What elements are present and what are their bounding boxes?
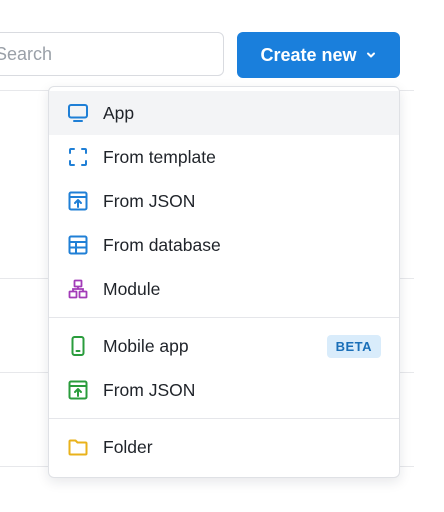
menu-item-label: From database	[103, 234, 221, 255]
menu-item-label: From template	[103, 146, 216, 167]
menu-item-from-database[interactable]: From database	[49, 223, 399, 267]
mobile-phone-icon	[67, 335, 89, 357]
search-field[interactable]	[0, 32, 224, 76]
import-json-icon	[67, 190, 89, 212]
menu-item-module[interactable]: Module	[49, 267, 399, 311]
folder-icon	[67, 436, 89, 458]
menu-item-from-json-mobile[interactable]: From JSON	[49, 368, 399, 412]
menu-item-label: Module	[103, 278, 161, 299]
menu-item-label: Mobile app	[103, 335, 189, 356]
menu-divider	[49, 317, 399, 318]
menu-item-label: From JSON	[103, 190, 196, 211]
beta-badge: BETA	[326, 334, 381, 358]
database-table-icon	[67, 234, 89, 256]
create-new-label: Create new	[260, 44, 357, 65]
import-json-icon	[67, 379, 89, 401]
template-frame-icon	[67, 146, 89, 168]
menu-item-mobile-app[interactable]: Mobile app BETA	[49, 324, 399, 368]
search-input[interactable]	[0, 43, 195, 65]
create-new-dropdown: App From template From JSON From databas…	[48, 86, 400, 478]
menu-item-label: Folder	[103, 436, 153, 457]
chevron-down-icon	[366, 52, 375, 58]
module-icon	[67, 278, 89, 300]
menu-item-folder[interactable]: Folder	[49, 425, 399, 469]
app-canvas: Create new App From template	[0, 0, 444, 512]
create-new-button[interactable]: Create new	[237, 32, 400, 78]
monitor-icon	[67, 102, 89, 124]
menu-item-app[interactable]: App	[49, 91, 399, 135]
menu-item-label: From JSON	[103, 379, 196, 400]
menu-item-from-json[interactable]: From JSON	[49, 179, 399, 223]
menu-item-from-template[interactable]: From template	[49, 135, 399, 179]
menu-item-label: App	[103, 102, 135, 123]
menu-divider	[49, 418, 399, 419]
